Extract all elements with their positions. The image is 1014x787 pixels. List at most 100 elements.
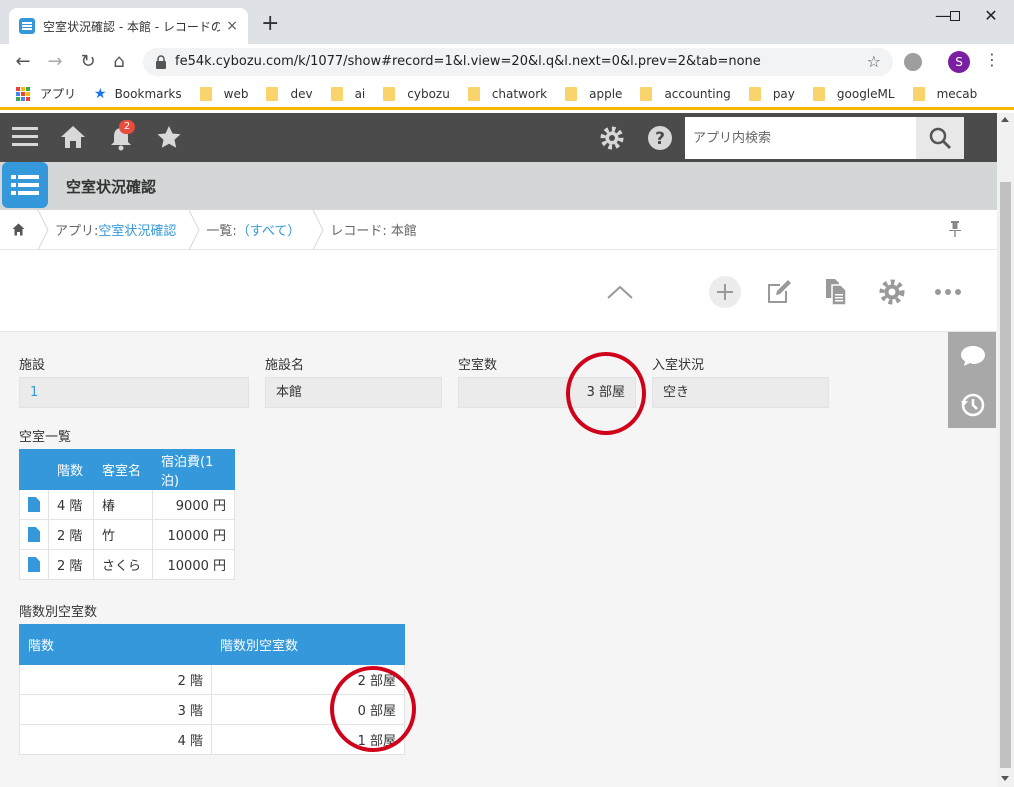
breadcrumb-separator bbox=[312, 209, 324, 250]
floor-cell: 4 階 bbox=[48, 489, 94, 520]
edit-icon bbox=[768, 280, 791, 303]
room-cell: 竹 bbox=[93, 519, 153, 550]
bookmark-label: apple bbox=[589, 86, 623, 101]
facility-name-value: 本館 bbox=[265, 377, 442, 408]
table-header: 宿泊費(1泊) bbox=[152, 449, 235, 490]
reload-icon[interactable]: ↻ bbox=[77, 51, 99, 73]
row-document-cell[interactable] bbox=[19, 489, 49, 520]
vacancy-count-label: 空室数 bbox=[458, 358, 498, 373]
app-settings-button[interactable] bbox=[874, 276, 910, 308]
bookmark-label: dev bbox=[290, 86, 313, 101]
window-close-icon[interactable]: ✕ bbox=[968, 6, 1014, 25]
bookmark-bookmarks[interactable]: ★ Bookmarks bbox=[94, 86, 182, 102]
breadcrumb-app-link[interactable]: 空室状況確認 bbox=[98, 220, 176, 239]
more-options-button[interactable] bbox=[930, 276, 966, 308]
scrollbar-thumb[interactable] bbox=[1000, 182, 1011, 768]
bookmark-apple[interactable]: apple bbox=[565, 86, 623, 101]
breadcrumb-record-label: レコード: 本館 bbox=[330, 224, 417, 239]
home-icon[interactable]: ⌂ bbox=[108, 51, 130, 73]
bookmark-pay[interactable]: pay bbox=[748, 86, 795, 101]
page-title: 空室状況確認 bbox=[66, 178, 157, 196]
profile-avatar[interactable]: S bbox=[948, 51, 970, 73]
document-icon[interactable] bbox=[28, 527, 40, 542]
document-icon[interactable] bbox=[28, 557, 40, 572]
bookmark-accounting[interactable]: accounting bbox=[640, 86, 731, 101]
facility-name-label: 施設名 bbox=[265, 358, 305, 373]
settings-gear-icon[interactable] bbox=[599, 125, 625, 156]
portal-home-icon[interactable] bbox=[60, 125, 86, 154]
floor-cell: 3 階 bbox=[19, 694, 212, 725]
star-icon: ★ bbox=[94, 85, 107, 102]
extension-icon[interactable] bbox=[904, 53, 922, 71]
bookmark-label: pay bbox=[772, 86, 795, 101]
add-record-button[interactable] bbox=[707, 276, 743, 308]
vacancy-list-label: 空室一覧 bbox=[19, 430, 72, 445]
bookmark-label: web bbox=[223, 86, 249, 101]
breadcrumb-app: アプリ: 空室状況確認 bbox=[55, 209, 206, 250]
scroll-up-arrow-icon[interactable] bbox=[1001, 117, 1009, 122]
url-text: fe54k.cybozu.com/k/1077/show#record=1&l.… bbox=[175, 54, 761, 69]
bookmark-apps[interactable]: アプリ bbox=[16, 85, 76, 102]
lock-icon bbox=[156, 55, 166, 69]
document-icon[interactable] bbox=[28, 497, 40, 512]
floor-vacancy-label: 階数別空室数 bbox=[19, 605, 98, 620]
help-icon[interactable]: ? bbox=[647, 125, 673, 156]
ellipsis-icon bbox=[935, 289, 961, 295]
forward-icon[interactable]: → bbox=[44, 51, 66, 73]
occupancy-status-value: 空き bbox=[652, 377, 829, 408]
bookmark-web[interactable]: web bbox=[199, 86, 249, 101]
bookmark-label: mecab bbox=[936, 86, 978, 101]
hamburger-menu-icon[interactable] bbox=[12, 125, 38, 154]
app-list-icon bbox=[19, 18, 35, 34]
bookmark-chatwork[interactable]: chatwork bbox=[467, 86, 547, 101]
occupancy-status-label: 入室状況 bbox=[652, 358, 705, 373]
folder-icon bbox=[565, 86, 578, 101]
back-icon[interactable]: ← bbox=[12, 51, 34, 73]
bookmark-mecab[interactable]: mecab bbox=[912, 86, 978, 101]
annotation-circle-vacancy bbox=[566, 352, 646, 435]
bookmark-ai[interactable]: ai bbox=[330, 86, 365, 101]
collapse-chevron-icon[interactable] bbox=[602, 276, 638, 308]
breadcrumb-separator bbox=[188, 209, 200, 250]
browser-tab[interactable]: 空室状況確認 - 本館 - レコードの詳 × bbox=[9, 8, 248, 44]
pin-icon[interactable] bbox=[949, 221, 961, 241]
maximize-icon[interactable] bbox=[921, 6, 967, 25]
row-document-cell[interactable] bbox=[19, 519, 49, 550]
bookmark-label: Bookmarks bbox=[114, 86, 182, 101]
bookmark-googleml[interactable]: googleML bbox=[812, 86, 895, 101]
floor-cell: 2 階 bbox=[19, 664, 212, 695]
breadcrumb-home[interactable] bbox=[0, 209, 55, 250]
breadcrumb-view-link[interactable]: （すべて） bbox=[237, 220, 301, 239]
edit-record-button[interactable] bbox=[761, 276, 797, 308]
comment-icon[interactable] bbox=[960, 344, 986, 372]
room-cell: 椿 bbox=[93, 489, 153, 520]
table-header-row: 階数 客室名 宿泊費(1泊) bbox=[19, 449, 235, 490]
folder-icon bbox=[330, 86, 343, 101]
floor-cell: 2 階 bbox=[48, 519, 94, 550]
app-title-bar: 空室状況確認 bbox=[0, 162, 997, 210]
bookmark-star-icon[interactable]: ☆ bbox=[867, 52, 881, 71]
address-bar[interactable]: fe54k.cybozu.com/k/1077/show#record=1&l.… bbox=[143, 48, 893, 76]
bookmark-cybozu[interactable]: cybozu bbox=[383, 86, 450, 101]
table-header: 階数 bbox=[48, 449, 94, 490]
price-cell: 9000 円 bbox=[152, 489, 235, 520]
history-icon[interactable] bbox=[960, 392, 986, 422]
row-document-cell[interactable] bbox=[19, 549, 49, 580]
search-button[interactable] bbox=[916, 117, 964, 159]
table-header: 客室名 bbox=[93, 449, 153, 490]
home-icon bbox=[12, 223, 25, 236]
breadcrumb-view-prefix: 一覧: bbox=[206, 224, 237, 239]
app-search-input[interactable] bbox=[685, 117, 916, 159]
scroll-down-arrow-icon[interactable] bbox=[1001, 776, 1009, 781]
tab-close-icon[interactable]: × bbox=[226, 18, 238, 34]
new-tab-button[interactable]: + bbox=[261, 13, 279, 35]
browser-menu-icon[interactable]: ⋮ bbox=[984, 50, 1000, 69]
tab-title: 空室状況確認 - 本館 - レコードの詳 bbox=[43, 19, 221, 34]
facility-value[interactable]: 1 bbox=[19, 377, 249, 408]
folder-icon bbox=[266, 86, 279, 101]
favorites-star-icon[interactable] bbox=[156, 125, 182, 154]
side-panel-buttons bbox=[948, 332, 996, 428]
duplicate-record-button[interactable] bbox=[818, 276, 854, 308]
bookmark-label: アプリ bbox=[40, 87, 77, 101]
bookmark-dev[interactable]: dev bbox=[266, 86, 313, 101]
